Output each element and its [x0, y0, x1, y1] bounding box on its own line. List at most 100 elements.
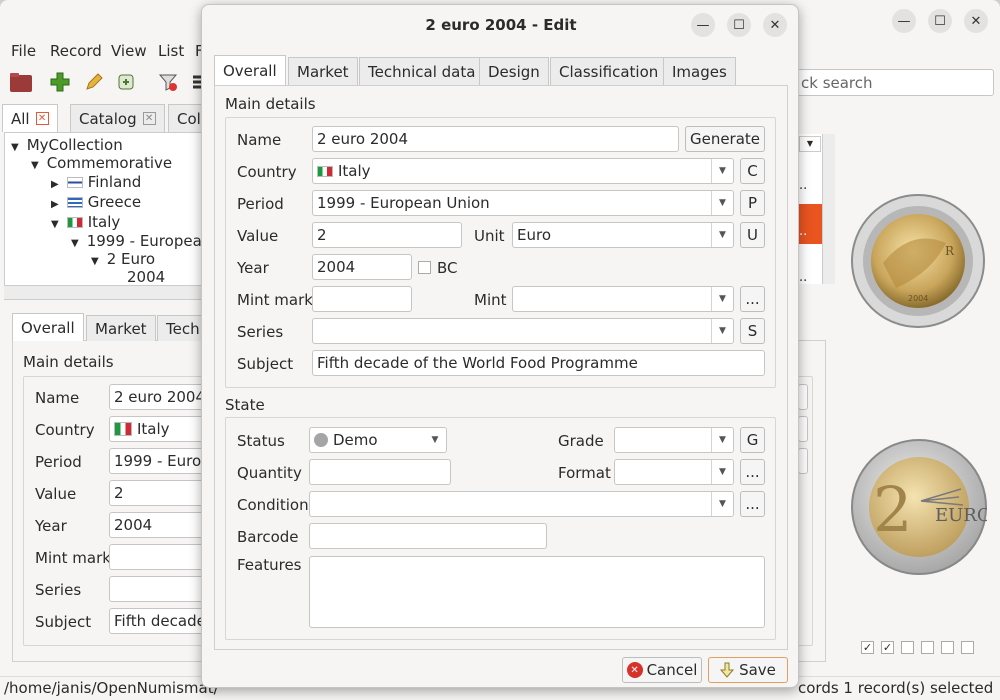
menu-record[interactable]: Record [50, 42, 102, 60]
chevron-down-icon: ▼ [711, 191, 733, 215]
save-button[interactable]: Save [708, 657, 788, 683]
cancel-button[interactable]: ✕ Cancel [622, 657, 702, 683]
tree-item-unit[interactable]: ▼ 2 Euro [91, 250, 155, 268]
status-path: /home/janis/OpenNumismat/ [4, 679, 219, 697]
svg-text:2: 2 [873, 473, 912, 546]
mint-mark-field[interactable] [312, 286, 412, 312]
name-field[interactable]: 2 euro 2004 [312, 126, 679, 152]
barcode-field[interactable] [309, 523, 547, 549]
label-year: Year [35, 517, 67, 535]
mint-select[interactable]: ▼ [512, 286, 734, 312]
quantity-field[interactable] [309, 459, 451, 485]
records-table[interactable]: .. .. .. [798, 134, 822, 285]
grade-reference-button[interactable]: G [740, 427, 765, 453]
italy-flag-icon [66, 217, 83, 228]
format-select[interactable]: ▼ [614, 459, 734, 485]
chevron-down-icon: ▼ [711, 492, 733, 516]
collection-tree[interactable]: ▼ MyCollection ▼ Commemorative ▶ Finland ▶ G… [4, 132, 211, 300]
period-reference-button[interactable]: P [740, 190, 765, 216]
unit-select[interactable]: Euro ▼ [512, 222, 734, 248]
table-scrollbar[interactable] [822, 134, 835, 284]
minimize-icon[interactable]: — [892, 9, 916, 33]
series-select[interactable]: ▼ [312, 318, 734, 344]
tree-item-finland[interactable]: ▶ Finland [51, 173, 141, 191]
country-select[interactable]: Italy ▼ [312, 158, 734, 184]
svg-text:EURO: EURO [935, 505, 987, 526]
label-country: Country [35, 421, 95, 439]
label-subject: Subject [237, 355, 294, 373]
condition-reference-button[interactable]: ... [740, 491, 765, 517]
year-field[interactable]: 2004 [312, 254, 412, 280]
detail-tab-overall[interactable]: Overall [12, 313, 84, 341]
close-tab-icon[interactable]: ✕ [35, 112, 49, 125]
series-reference-button[interactable]: S [740, 318, 765, 344]
image-checkbox-3[interactable] [901, 641, 914, 654]
menu-view[interactable]: View [111, 42, 147, 60]
mint-reference-button[interactable]: ... [740, 286, 765, 312]
dialog-maximize-icon[interactable]: ☐ [727, 13, 751, 37]
tab-market[interactable]: Market [288, 57, 358, 85]
tree-item-root[interactable]: ▼ MyCollection [11, 136, 123, 154]
grade-select[interactable]: ▼ [614, 427, 734, 453]
close-icon[interactable]: ✕ [964, 9, 988, 33]
tab-col-label: Col [177, 109, 201, 128]
image-checkbox-5[interactable] [941, 641, 954, 654]
label-series: Series [35, 581, 82, 599]
italy-flag-icon [114, 422, 132, 436]
label-mint-mark: Mint mark [35, 549, 111, 567]
quick-search-input[interactable]: ck search [796, 69, 994, 96]
table-cell: .. [799, 270, 808, 285]
period-select[interactable]: 1999 - European Union ▼ [312, 190, 734, 216]
label-status: Status [237, 432, 285, 450]
tab-technical-data[interactable]: Technical data [359, 57, 485, 85]
filter-clear-icon[interactable] [156, 70, 180, 94]
maximize-icon[interactable]: ☐ [928, 9, 952, 33]
label-period: Period [35, 453, 82, 471]
status-selection: cords 1 record(s) selected [798, 679, 994, 697]
subject-field[interactable]: Fifth decade of the World Food Programme [312, 350, 765, 376]
features-textarea[interactable] [309, 556, 765, 628]
unit-reference-button[interactable]: U [740, 222, 765, 248]
tab-all[interactable]: All ✕ [2, 104, 58, 132]
format-reference-button[interactable]: ... [740, 459, 765, 485]
country-reference-button[interactable]: C [740, 158, 765, 184]
add-icon[interactable] [48, 70, 72, 94]
value-field[interactable]: 2 [312, 222, 462, 248]
status-select[interactable]: Demo ▼ [309, 427, 447, 453]
detail-tab-market[interactable]: Market [86, 315, 156, 341]
field-edge [798, 416, 808, 442]
dialog-minimize-icon[interactable]: — [691, 13, 715, 37]
field-edge [798, 384, 808, 410]
chevron-down-icon[interactable]: ▼ [799, 136, 821, 152]
open-collection-icon[interactable] [9, 70, 33, 94]
generate-button[interactable]: Generate [685, 126, 765, 152]
table-cell: .. [799, 178, 808, 193]
clone-icon[interactable] [114, 70, 138, 94]
tree-item-year[interactable]: 2004 [127, 268, 165, 286]
label-quantity: Quantity [237, 464, 302, 482]
menu-list[interactable]: List [158, 42, 184, 60]
close-tab-icon[interactable]: ✕ [142, 112, 156, 125]
tree-item-commemorative[interactable]: ▼ Commemorative [31, 154, 172, 172]
svg-text:R: R [945, 244, 955, 258]
edit-icon[interactable] [82, 70, 106, 94]
bc-checkbox[interactable] [418, 261, 431, 274]
tree-item-italy[interactable]: ▼ Italy [51, 213, 120, 231]
tab-classification[interactable]: Classification [550, 57, 668, 85]
tree-item-period[interactable]: ▼ 1999 - European [71, 232, 211, 250]
tree-item-greece[interactable]: ▶ Greece [51, 193, 141, 211]
tab-images[interactable]: Images [663, 57, 736, 85]
menu-file[interactable]: File [11, 42, 36, 60]
tab-overall[interactable]: Overall [214, 55, 286, 85]
dialog-close-icon[interactable]: ✕ [763, 13, 787, 37]
label-year: Year [237, 259, 269, 277]
tab-catalog[interactable]: Catalog ✕ [70, 104, 165, 132]
condition-select[interactable]: ▼ [309, 491, 734, 517]
image-checkbox-4[interactable] [921, 641, 934, 654]
tab-design[interactable]: Design [479, 57, 549, 85]
image-checkbox-1[interactable]: ✓ [861, 641, 874, 654]
image-checkbox-2[interactable]: ✓ [881, 641, 894, 654]
tree-scrollbar[interactable] [4, 285, 204, 299]
image-checkbox-6[interactable] [961, 641, 974, 654]
label-mint: Mint [474, 291, 507, 309]
